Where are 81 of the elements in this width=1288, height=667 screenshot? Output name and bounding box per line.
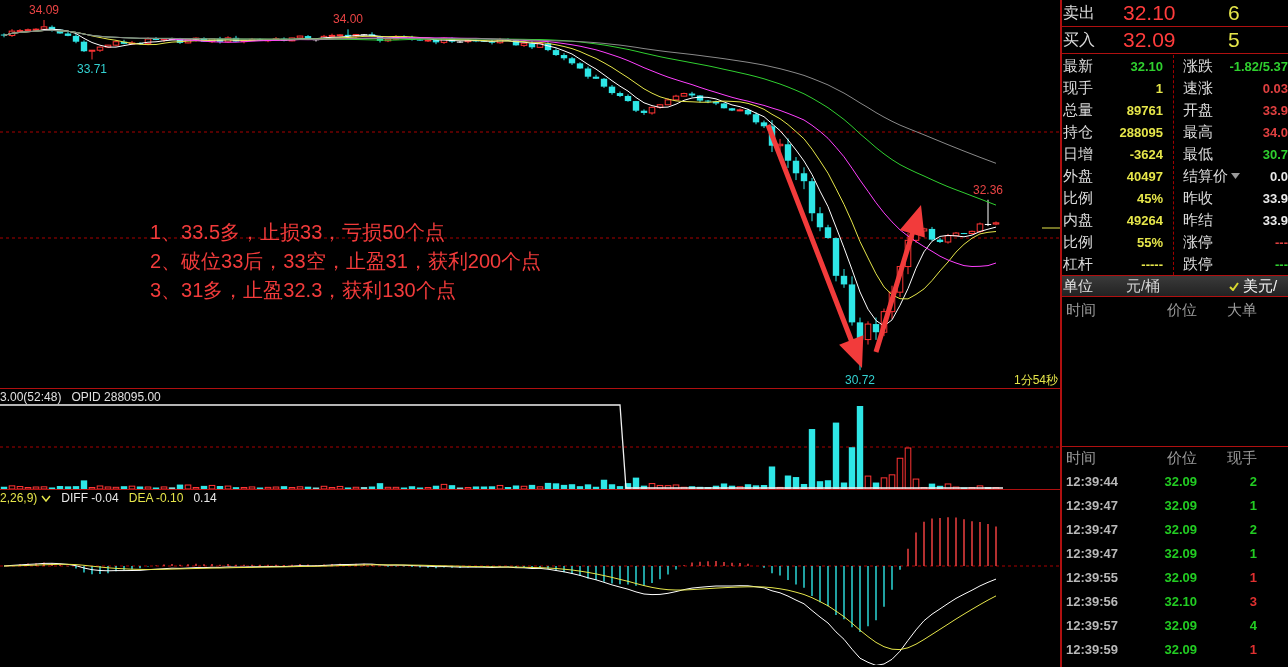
tick-price: 32.09 [1164, 569, 1197, 585]
label-dropdown[interactable]: 结算价 [1183, 166, 1240, 186]
quote-label: 速涨 [1183, 78, 1213, 98]
tick-price: 32.09 [1164, 521, 1197, 537]
check-icon [1229, 281, 1239, 291]
quote-value: 40497 [1126, 168, 1163, 184]
order-label: 买入 [1062, 29, 1096, 50]
quote-label: 最低 [1183, 144, 1213, 164]
quote-value: 55% [1136, 234, 1163, 250]
quote-value: --- [1275, 234, 1288, 250]
quote-value: 1 [1155, 80, 1163, 96]
quote-value: 33.9 [1262, 190, 1288, 206]
tick-volume: 3 [1249, 593, 1257, 609]
tick-time: 12:39:59 [1066, 641, 1120, 657]
quote-label: 持仓 [1063, 122, 1093, 142]
quote-value: 32.10 [1130, 58, 1163, 74]
order-price: 32.10 [1123, 1, 1177, 25]
quote-label: 涨跌 [1183, 56, 1213, 76]
tick-price: 32.09 [1164, 473, 1197, 489]
quote-value: 0.03 [1262, 80, 1288, 96]
tick-time: 12:39:47 [1066, 545, 1120, 561]
column-header: 价位 [1167, 448, 1197, 468]
tick-time: 12:39:55 [1066, 569, 1120, 585]
quote-label: 内盘 [1063, 210, 1093, 230]
tick-price: 32.09 [1164, 641, 1197, 657]
tick-price: 32.10 [1164, 593, 1197, 609]
quote-value: 0.0 [1269, 168, 1288, 184]
quote-value: 30.7 [1262, 146, 1288, 162]
tick-price: 32.09 [1164, 497, 1197, 513]
order-label: 卖出 [1062, 2, 1096, 23]
quote-value: ----- [1141, 256, 1163, 272]
column-header: 价位 [1167, 300, 1197, 320]
tick-price: 32.09 [1164, 545, 1197, 561]
quote-label: 总量 [1063, 100, 1093, 120]
tick-time: 12:39:56 [1066, 593, 1120, 609]
quote-value: 49264 [1126, 212, 1163, 228]
quote-label: 开盘 [1183, 100, 1213, 120]
quote-value: 288095 [1119, 124, 1163, 140]
quote-label: 最新 [1063, 56, 1093, 76]
quote-label: 最高 [1183, 122, 1213, 142]
tick-volume: 1 [1249, 569, 1257, 585]
column-header: 时间 [1066, 300, 1097, 320]
quote-label: 昨结 [1183, 210, 1213, 230]
tick-volume: 2 [1249, 521, 1257, 537]
quote-label: 昨收 [1183, 188, 1213, 208]
quote-value: 34.0 [1262, 124, 1288, 140]
quote-value: -3624 [1129, 146, 1163, 162]
quote-value: -1.82/5.37 [1229, 58, 1288, 74]
quote-label: 比例 [1063, 232, 1093, 252]
tick-volume: 1 [1249, 497, 1257, 513]
tick-time: 12:39:47 [1066, 521, 1120, 537]
column-header: 现手 [1227, 448, 1257, 468]
quote-label: 现手 [1063, 78, 1093, 98]
caret-icon [1231, 173, 1240, 179]
quote-value: --- [1275, 256, 1288, 272]
quote-value: 33.9 [1262, 102, 1288, 118]
quote-label: 比例 [1063, 188, 1093, 208]
order-volume: 5 [1228, 28, 1241, 52]
unit-option[interactable]: 美元/ [1229, 276, 1278, 296]
unit-option[interactable]: 元/桶 [1126, 276, 1161, 296]
tick-volume: 1 [1249, 545, 1257, 561]
quote-label: 杠杆 [1063, 254, 1093, 274]
tick-price: 32.09 [1164, 617, 1197, 633]
quote-value: 45% [1136, 190, 1163, 206]
column-header: 大单 [1227, 300, 1257, 320]
tick-volume: 2 [1249, 473, 1257, 489]
order-volume: 6 [1228, 1, 1241, 25]
tick-time: 12:39:44 [1066, 473, 1120, 489]
quote-label: 日增 [1063, 144, 1093, 164]
quote-label: 跌停 [1183, 254, 1213, 274]
quote-label: 涨停 [1183, 232, 1213, 252]
column-header: 时间 [1066, 448, 1097, 468]
quote-value: 89761 [1126, 102, 1163, 118]
tick-volume: 1 [1249, 641, 1257, 657]
quote-label: 外盘 [1063, 166, 1093, 186]
tick-volume: 4 [1249, 617, 1257, 633]
unit-label: 单位 [1062, 276, 1094, 296]
quote-value: 33.9 [1262, 212, 1288, 228]
tick-time: 12:39:57 [1066, 617, 1120, 633]
tick-time: 12:39:47 [1066, 497, 1120, 513]
order-price: 32.09 [1123, 28, 1177, 52]
